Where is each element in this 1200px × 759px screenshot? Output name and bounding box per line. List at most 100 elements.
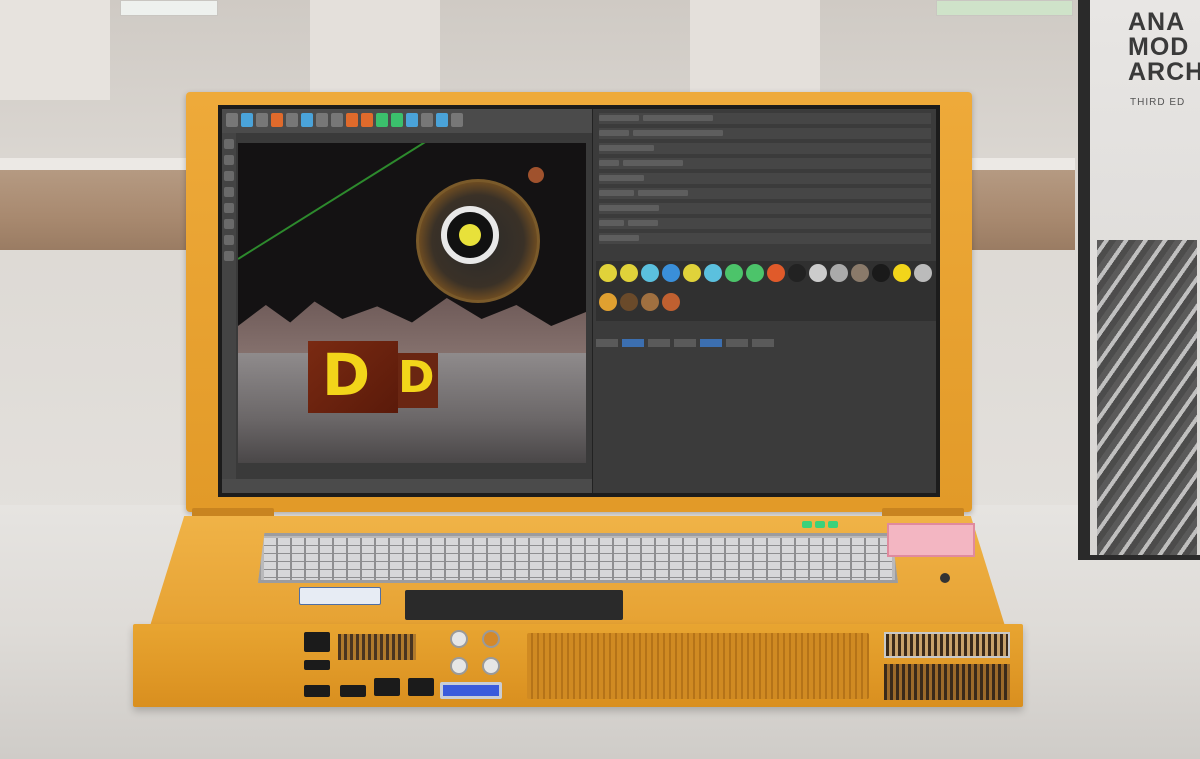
side-vent bbox=[884, 632, 1010, 658]
usb-port[interactable] bbox=[304, 660, 330, 670]
toolbar-icon[interactable] bbox=[406, 113, 418, 127]
scene-cube-letter: D bbox=[322, 341, 371, 409]
attribute-tab[interactable] bbox=[622, 339, 644, 347]
status-led bbox=[815, 521, 825, 528]
attribute-tab[interactable] bbox=[752, 339, 774, 347]
control-knob[interactable] bbox=[450, 657, 468, 675]
usb-port[interactable] bbox=[340, 685, 366, 697]
ethernet-port[interactable] bbox=[374, 678, 400, 696]
material-sphere[interactable] bbox=[704, 264, 722, 282]
outliner-row[interactable] bbox=[599, 233, 931, 244]
toolbar-icon[interactable] bbox=[331, 113, 343, 127]
pillar-center bbox=[310, 0, 440, 100]
toolbar-icon[interactable] bbox=[226, 113, 238, 127]
timeline-bar[interactable] bbox=[222, 479, 592, 493]
photo-scene: ANA MOD ARCH THIRD ED D D bbox=[0, 0, 1200, 759]
material-sphere[interactable] bbox=[662, 264, 680, 282]
side-vent bbox=[884, 664, 1010, 700]
outliner-row[interactable] bbox=[599, 143, 931, 154]
control-knob[interactable] bbox=[450, 630, 468, 648]
material-sphere[interactable] bbox=[851, 264, 869, 282]
touchpad[interactable] bbox=[405, 590, 623, 620]
material-sphere[interactable] bbox=[683, 264, 701, 282]
laptop-screen: D D bbox=[222, 109, 936, 493]
outliner-row[interactable] bbox=[599, 218, 931, 229]
control-knob[interactable] bbox=[482, 630, 500, 648]
power-button[interactable] bbox=[940, 573, 950, 583]
tool-icon[interactable] bbox=[224, 187, 234, 197]
material-sphere[interactable] bbox=[599, 264, 617, 282]
window-right bbox=[936, 0, 1073, 16]
material-sphere[interactable] bbox=[620, 264, 638, 282]
material-sphere[interactable] bbox=[662, 292, 680, 311]
attribute-tab[interactable] bbox=[648, 339, 670, 347]
outliner-row[interactable] bbox=[599, 203, 931, 214]
window-left bbox=[120, 0, 218, 16]
toolbar-icon[interactable] bbox=[286, 113, 298, 127]
toolbar-icon[interactable] bbox=[421, 113, 433, 127]
vga-port[interactable] bbox=[440, 682, 502, 699]
3d-viewport[interactable]: D D bbox=[238, 143, 586, 463]
material-sphere[interactable] bbox=[620, 292, 638, 311]
tool-sidebar bbox=[222, 133, 236, 479]
material-sphere[interactable] bbox=[641, 292, 659, 311]
toolbar-icon[interactable] bbox=[301, 113, 313, 127]
material-sphere[interactable] bbox=[830, 264, 848, 282]
material-sphere[interactable] bbox=[788, 264, 806, 282]
attribute-tab[interactable] bbox=[700, 339, 722, 347]
outliner-row[interactable] bbox=[599, 128, 931, 139]
scene-small-orb bbox=[528, 167, 544, 183]
toolbar-icon[interactable] bbox=[361, 113, 373, 127]
toolbar-icon[interactable] bbox=[451, 113, 463, 127]
toolbar-icon[interactable] bbox=[346, 113, 358, 127]
status-leds bbox=[802, 521, 838, 528]
app-toolbar bbox=[222, 109, 592, 133]
book-subtitle: THIRD ED bbox=[1130, 97, 1186, 108]
attribute-tab[interactable] bbox=[674, 339, 696, 347]
pink-sticker bbox=[887, 523, 975, 557]
book-title: ANA MOD ARCH bbox=[1128, 10, 1200, 85]
material-sphere[interactable] bbox=[767, 264, 785, 282]
ethernet-port[interactable] bbox=[408, 678, 434, 696]
tool-icon[interactable] bbox=[224, 139, 234, 149]
material-sphere[interactable] bbox=[914, 264, 932, 282]
tool-icon[interactable] bbox=[224, 219, 234, 229]
usb-port[interactable] bbox=[304, 685, 330, 697]
logo-badge bbox=[299, 587, 381, 605]
material-sphere[interactable] bbox=[893, 264, 911, 282]
attribute-tabs bbox=[596, 339, 934, 351]
outliner-row[interactable] bbox=[599, 158, 931, 169]
tool-icon[interactable] bbox=[224, 235, 234, 245]
toolbar-icon[interactable] bbox=[256, 113, 268, 127]
material-sphere[interactable] bbox=[809, 264, 827, 282]
toolbar-icon[interactable] bbox=[241, 113, 253, 127]
material-sphere[interactable] bbox=[872, 264, 890, 282]
scene-green-line bbox=[238, 143, 434, 260]
toolbar-icon[interactable] bbox=[376, 113, 388, 127]
attribute-tab[interactable] bbox=[726, 339, 748, 347]
ethernet-port[interactable] bbox=[304, 632, 330, 652]
outliner-row[interactable] bbox=[599, 173, 931, 184]
scene-orb-eye bbox=[459, 224, 481, 246]
tool-icon[interactable] bbox=[224, 155, 234, 165]
toolbar-icon[interactable] bbox=[391, 113, 403, 127]
material-sphere[interactable] bbox=[725, 264, 743, 282]
toolbar-icon[interactable] bbox=[316, 113, 328, 127]
tool-icon[interactable] bbox=[224, 171, 234, 181]
material-sphere[interactable] bbox=[641, 264, 659, 282]
status-led bbox=[802, 521, 812, 528]
material-sphere[interactable] bbox=[746, 264, 764, 282]
tool-icon[interactable] bbox=[224, 251, 234, 261]
control-knob[interactable] bbox=[482, 657, 500, 675]
toolbar-icon[interactable] bbox=[436, 113, 448, 127]
scene-cube-letter: D bbox=[398, 352, 435, 403]
book-title-line: MOD bbox=[1128, 33, 1190, 61]
keyboard-rows bbox=[264, 538, 892, 580]
toolbar-icon[interactable] bbox=[271, 113, 283, 127]
outliner-row[interactable] bbox=[599, 188, 931, 199]
tool-icon[interactable] bbox=[224, 203, 234, 213]
material-sphere[interactable] bbox=[599, 292, 617, 311]
outliner-row[interactable] bbox=[599, 113, 931, 124]
material-browser bbox=[596, 261, 936, 321]
attribute-tab[interactable] bbox=[596, 339, 618, 347]
